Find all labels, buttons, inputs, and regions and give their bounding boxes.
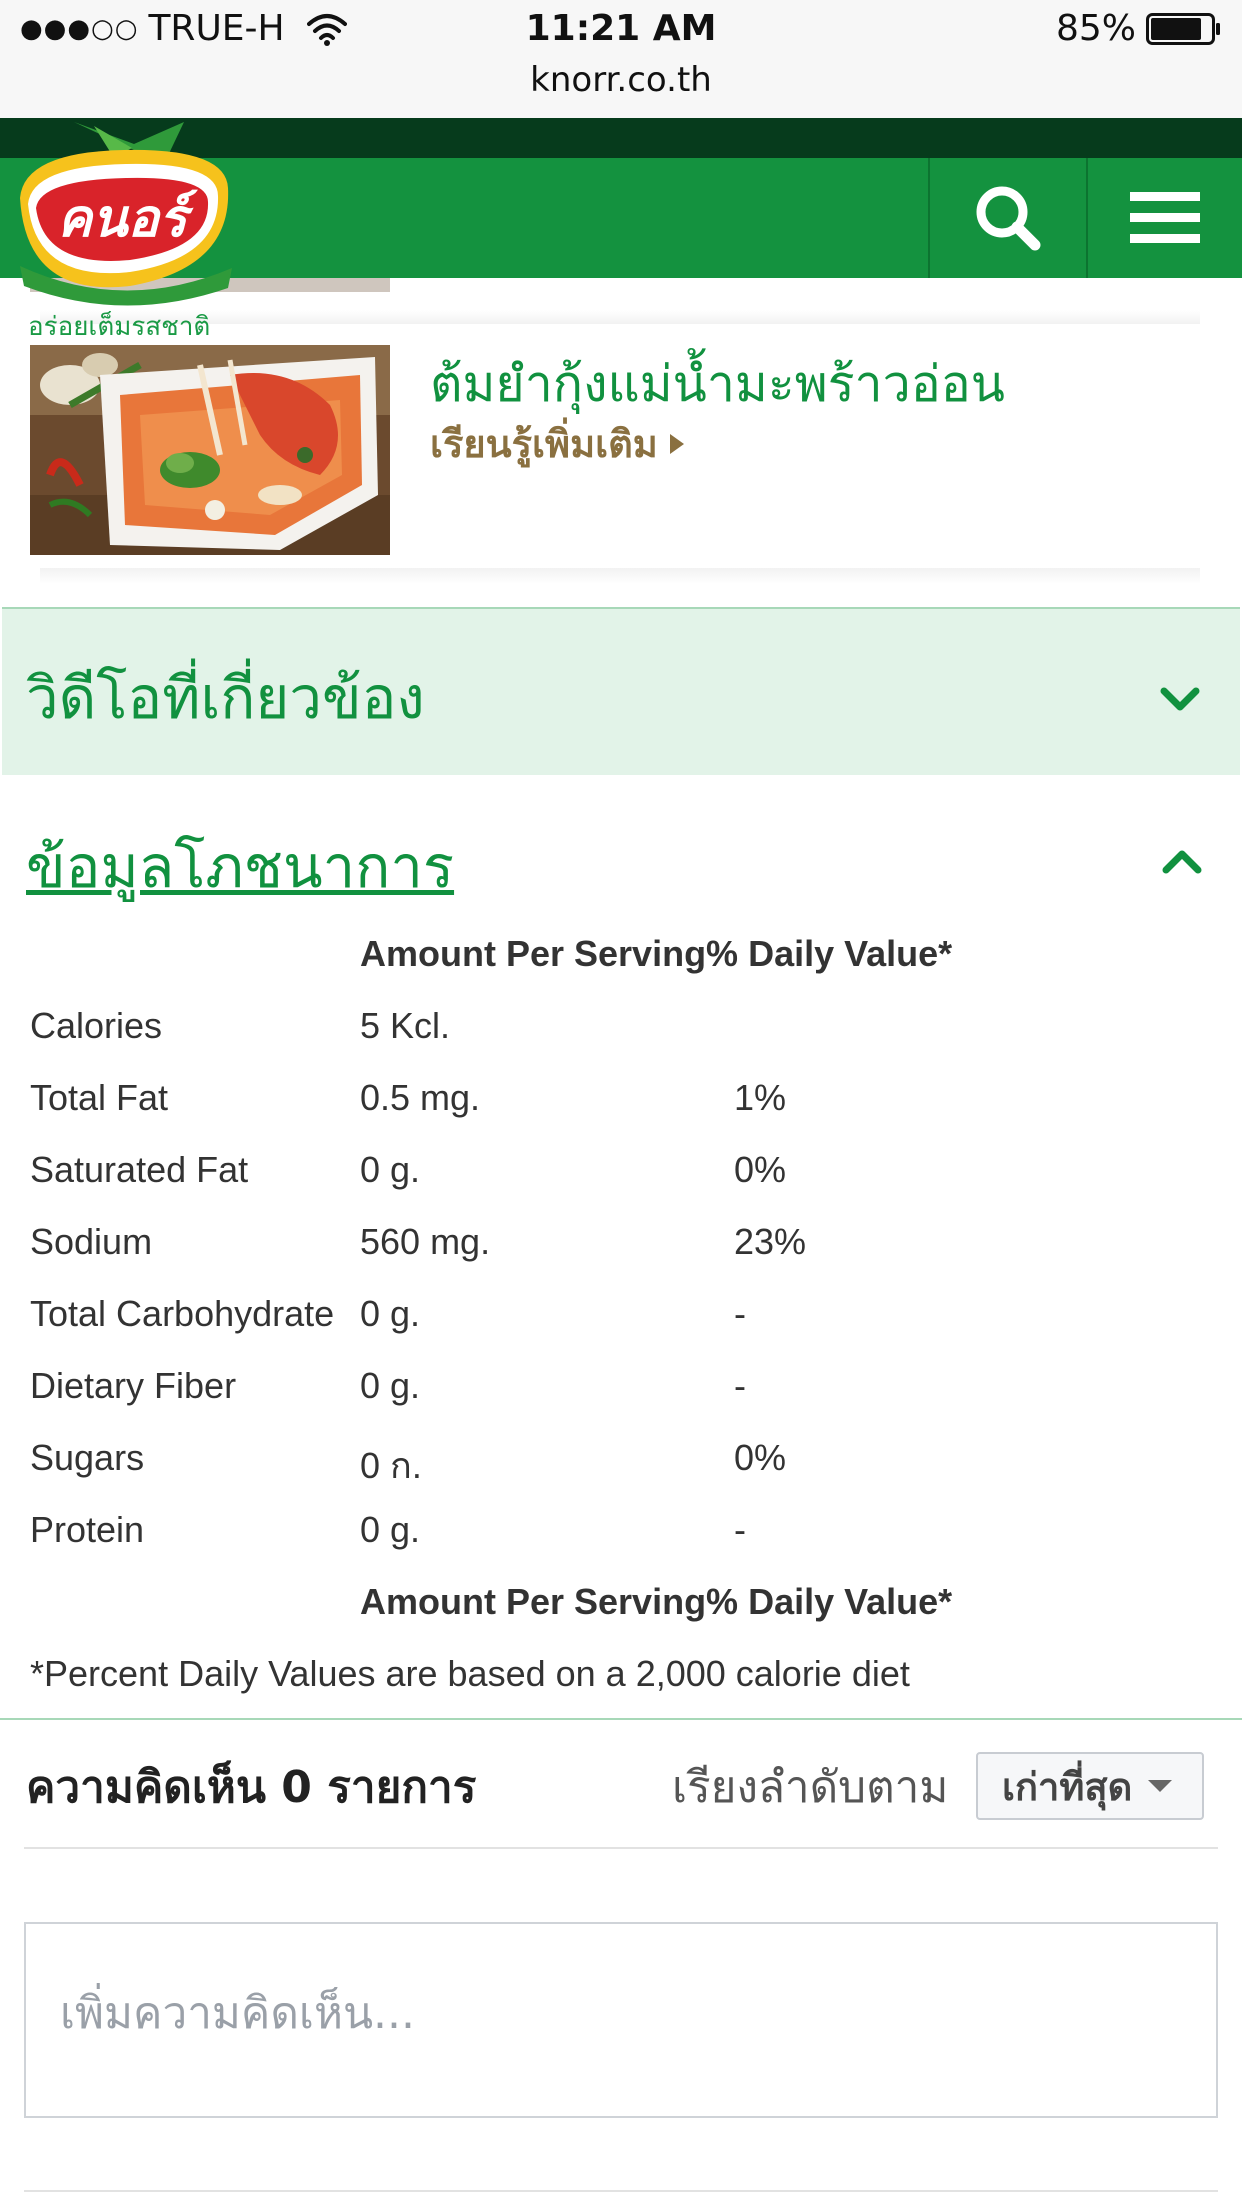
address-bar-url[interactable]: knorr.co.th (0, 60, 1242, 100)
battery-percent: 85% (1055, 8, 1136, 49)
chevron-up-icon[interactable] (1162, 848, 1202, 876)
nutrient-amount: 0 g. (360, 1149, 421, 1190)
nutrition-footnote-row: *Percent Daily Values are based on a 2,0… (30, 1653, 1210, 1725)
nutrition-row: Total Carbohydrate 0 g. - (30, 1293, 1210, 1365)
nutrient-name: Calories (30, 1005, 163, 1046)
nutrient-daily-value: 0% (734, 1149, 787, 1190)
nutrient-amount: 0 ก. (360, 1445, 422, 1486)
column-header: Amount Per Serving% Daily Value* (360, 933, 953, 974)
learn-more-link[interactable]: เรียนรู้เพิ่มเติม (430, 413, 684, 474)
nutrition-row: Sodium 560 mg. 23% (30, 1221, 1210, 1293)
knorr-logo-image: คนอร์ (20, 122, 232, 306)
status-right: 85% (1056, 8, 1222, 49)
nutrient-amount: 560 mg. (360, 1221, 491, 1262)
nutrient-name: Protein (30, 1509, 145, 1550)
nutrition-row: Saturated Fat 0 g. 0% (30, 1149, 1210, 1221)
nutrient-daily-value: 23% (734, 1221, 807, 1262)
sort-order-select[interactable]: เก่าที่สุด (976, 1752, 1204, 1820)
related-videos-title: วิดีโอที่เกี่ยวข้อง (26, 664, 425, 732)
card-shadow (40, 568, 1200, 584)
nutrition-table: Amount Per Serving% Daily Value* Calorie… (30, 933, 1210, 1725)
comment-input[interactable]: เพิ่มความคิดเห็น... (24, 1922, 1218, 2118)
nutrient-amount: 0 g. (360, 1509, 421, 1550)
nutrition-row: Dietary Fiber 0 g. - (30, 1365, 1210, 1437)
nutrient-name: Sodium (30, 1221, 153, 1262)
nutrient-name: Total Carbohydrate (30, 1293, 335, 1334)
nutrition-row: Protein 0 g. - (30, 1509, 1210, 1581)
comments-count: ความคิดเห็น 0 รายการ (26, 1762, 477, 1813)
section-divider (0, 1718, 1242, 1720)
knorr-logo[interactable]: คนอร์ (14, 118, 244, 338)
chevron-down-icon (1160, 687, 1200, 711)
comments-divider (24, 2190, 1218, 2192)
nutrient-amount: 5 Kcl. (360, 1005, 451, 1046)
brand-tagline: อร่อยเต็มรสชาติ (28, 312, 211, 342)
nutrition-row: Calories 5 Kcl. (30, 1005, 1210, 1077)
learn-more-label: เรียนรู้เพิ่มเติม (430, 422, 658, 466)
hamburger-menu-icon (1129, 192, 1200, 243)
battery-icon (1146, 12, 1220, 45)
nutrient-daily-value: - (734, 1365, 746, 1406)
tom-yum-photo (30, 345, 390, 555)
play-arrow-icon (669, 433, 684, 454)
nutrition-footer-row: Amount Per Serving% Daily Value* (30, 1581, 1210, 1653)
nutrient-daily-value: - (734, 1293, 746, 1334)
recipe-card[interactable]: ต้มยำกุ้งแม่น้ำมะพร้าวอ่อน เรียนรู้เพิ่ม… (30, 345, 1190, 555)
nutrient-name: Total Fat (30, 1077, 169, 1118)
status-bar: ●●●○○ TRUE-H 11:21 AM knorr.co.th 85% (0, 0, 1242, 119)
column-header: Amount Per Serving% Daily Value* (360, 1581, 953, 1622)
nutrient-name: Dietary Fiber (30, 1365, 237, 1406)
nutrient-daily-value: - (734, 1509, 746, 1550)
sort-label: เรียงลำดับตาม (672, 1762, 949, 1813)
nutrient-name: Saturated Fat (30, 1149, 249, 1190)
nutrient-amount: 0 g. (360, 1365, 421, 1406)
menu-button[interactable] (1087, 158, 1242, 278)
nutrient-daily-value: 0% (734, 1437, 787, 1478)
nutrient-amount: 0.5 mg. (360, 1077, 481, 1118)
recipe-image[interactable] (30, 345, 390, 555)
search-icon (976, 186, 1040, 251)
search-button[interactable] (930, 158, 1085, 278)
nutrient-daily-value: 1% (734, 1077, 787, 1118)
nutrient-name: Sugars (30, 1437, 145, 1478)
nutrition-row: Sugars 0 ก. 0% (30, 1437, 1210, 1509)
nutrition-row: Total Fat 0.5 mg. 1% (30, 1077, 1210, 1149)
caret-down-icon (1148, 1780, 1173, 1792)
nutrition-accordion-title[interactable]: ข้อมูลโภชนาการ (26, 820, 454, 913)
sort-order-value: เก่าที่สุด (1002, 1764, 1133, 1809)
nutrition-header-row: Amount Per Serving% Daily Value* (30, 933, 1210, 1005)
logo-wordmark: คนอร์ (57, 189, 198, 249)
nutrient-amount: 0 g. (360, 1293, 421, 1334)
daily-value-footnote: *Percent Daily Values are based on a 2,0… (30, 1653, 910, 1694)
related-videos-accordion[interactable]: วิดีโอที่เกี่ยวข้อง (2, 607, 1240, 775)
comments-divider (24, 1847, 1218, 1849)
